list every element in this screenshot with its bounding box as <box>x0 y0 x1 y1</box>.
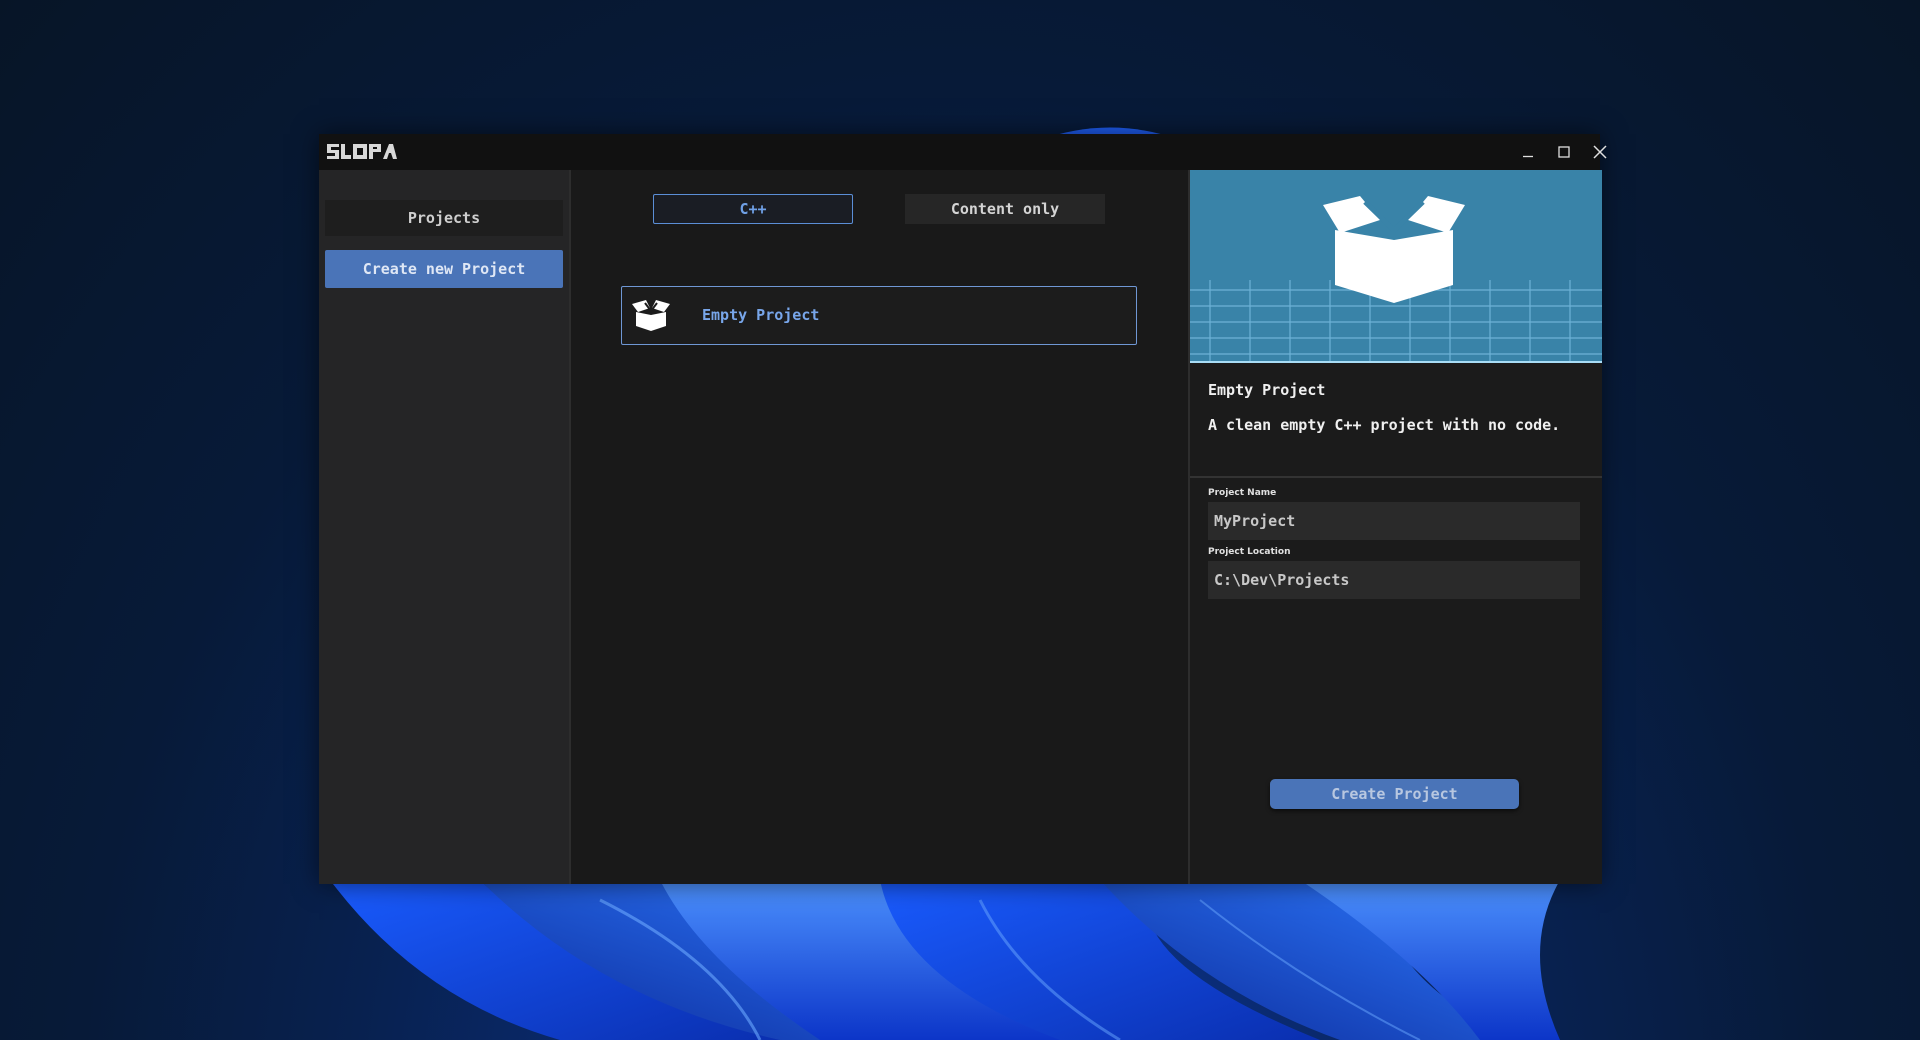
sidebar: Projects Create new Project <box>319 170 571 884</box>
sidebar-item-projects[interactable]: Projects <box>325 200 563 236</box>
app-logo <box>327 144 397 159</box>
template-browser: C++ Content only Empty Project <box>571 170 1187 884</box>
close-icon <box>1593 145 1607 159</box>
project-name-label: Project Name <box>1208 488 1277 498</box>
template-preview-image <box>1190 170 1602 363</box>
box-icon <box>632 300 670 331</box>
project-location-label: Project Location <box>1208 547 1291 557</box>
template-label: Empty Project <box>702 306 820 324</box>
divider <box>1190 476 1602 478</box>
maximize-icon <box>1558 146 1570 158</box>
template-description: A clean empty C++ project with no code. <box>1208 416 1561 434</box>
tab-content-only[interactable]: Content only <box>905 194 1105 224</box>
close-button[interactable] <box>1582 134 1618 170</box>
create-new-project-button[interactable]: Create new Project <box>325 250 563 288</box>
minimize-button[interactable] <box>1510 134 1546 170</box>
details-panel: Empty Project A clean empty C++ project … <box>1188 170 1602 884</box>
project-location-input[interactable] <box>1208 561 1580 599</box>
template-title: Empty Project <box>1208 381 1326 399</box>
template-empty-project[interactable]: Empty Project <box>621 286 1137 345</box>
launcher-window: Projects Create new Project C++ Content … <box>319 134 1607 884</box>
minimize-icon <box>1523 155 1533 158</box>
desktop: Projects Create new Project C++ Content … <box>0 0 1920 1040</box>
create-project-button[interactable]: Create Project <box>1270 779 1519 809</box>
title-bar[interactable] <box>319 134 1607 170</box>
tab-cpp[interactable]: C++ <box>653 194 853 224</box>
project-name-input[interactable] <box>1208 502 1580 540</box>
maximize-button[interactable] <box>1546 134 1582 170</box>
